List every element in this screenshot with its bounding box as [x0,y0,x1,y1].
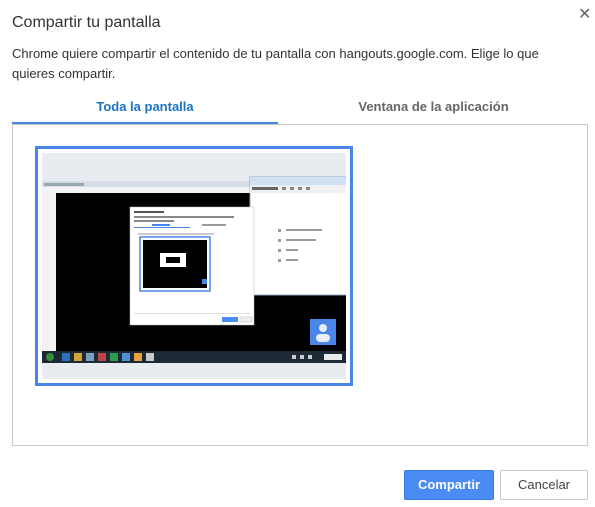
screen-preview-graphic [42,153,346,379]
source-list [12,124,588,446]
dialog-title: Compartir tu pantalla [12,14,161,31]
screen-preview-image [42,153,346,379]
dialog-description: Chrome quiere compartir el contenido de … [12,46,539,81]
source-tabs: Toda la pantalla Ventana de la aplicació… [12,92,587,124]
tab-application-window[interactable]: Ventana de la aplicación [280,92,587,122]
share-button[interactable]: Compartir [404,470,494,500]
entire-screen-thumbnail[interactable] [35,146,353,386]
tab-entire-screen[interactable]: Toda la pantalla [12,92,278,124]
close-icon[interactable]: ✕ [578,4,591,24]
cancel-button[interactable]: Cancelar [500,470,588,500]
